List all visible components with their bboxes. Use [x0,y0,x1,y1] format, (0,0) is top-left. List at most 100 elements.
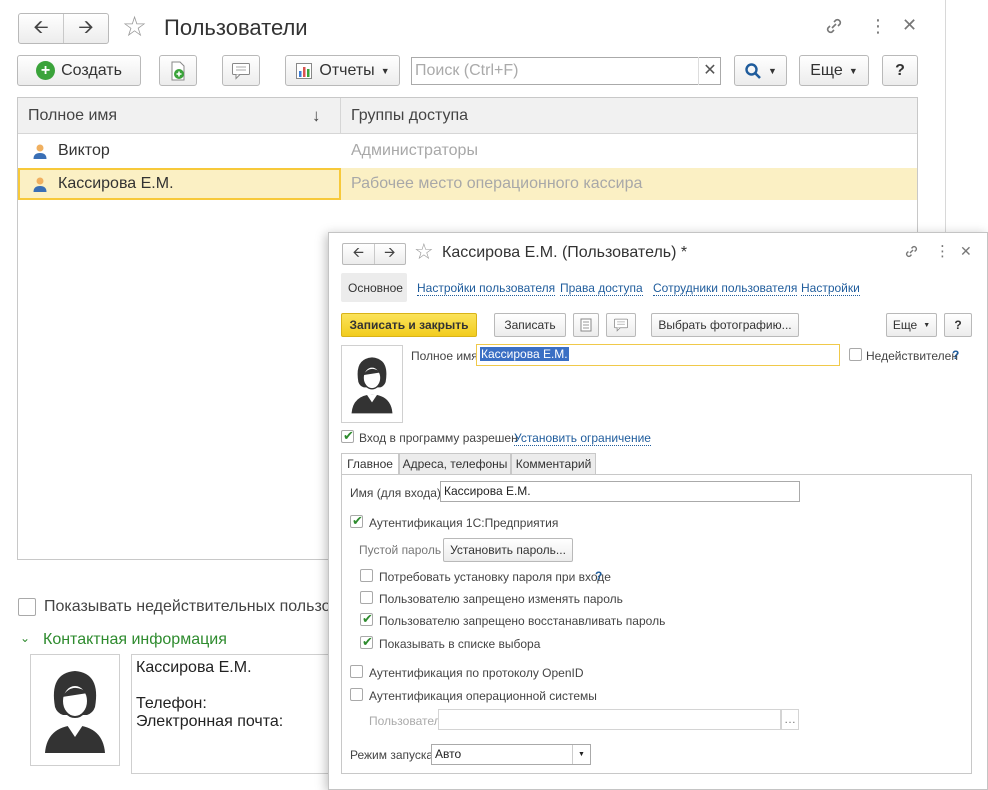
tab-user-employees[interactable]: Сотрудники пользователя [653,281,798,296]
search-button[interactable]: ▼ [734,55,787,86]
contact-photo [30,654,120,766]
table-header: Полное имя ↓ Группы доступа [18,98,917,134]
tab-settings[interactable]: Настройки [801,281,860,296]
dialog-nav-buttons: 🡨 🡪 [342,243,406,265]
chevron-down-icon[interactable]: ⌄ [20,631,30,645]
login-allowed-label: Вход в программу разрешен [359,431,518,445]
dropdown-arrow-icon[interactable]: ▼ [572,745,590,764]
os-user-select-button: … [781,709,799,730]
help-question-icon[interactable]: ? [595,569,602,583]
column-header-full-name[interactable]: Полное имя [18,98,341,134]
create-document-button[interactable] [159,55,197,86]
table-row[interactable]: Виктор Администраторы [18,135,917,167]
save-button[interactable]: Записать [494,313,566,337]
login-name-label: Имя (для входа): [350,486,445,500]
user-form-dialog: 🡨 🡪 ☆ Кассирова Е.М. (Пользователь) * ⋮ … [328,232,988,790]
run-mode-label: Режим запуска: [350,748,437,762]
close-icon[interactable]: ✕ [960,243,972,260]
os-user-field [438,709,781,730]
openid-checkbox[interactable] [350,665,363,678]
forbid-restore-password-checkbox[interactable]: ✔ [360,611,373,626]
avatar-woman-icon [45,671,105,753]
forward-arrow-icon[interactable]: 🡪 [375,244,406,264]
tab-main-label: Основное [348,281,403,295]
cell-access-groups: Администраторы [351,142,478,159]
inactive-checkbox[interactable] [849,348,862,361]
checkmark-icon: ✔ [352,513,363,528]
forward-arrow-icon[interactable]: 🡪 [64,14,108,43]
favorite-star-icon[interactable]: ☆ [122,10,147,43]
openid-label: Аутентификация по протоколу OpenID [369,666,584,680]
inner-tab-main[interactable]: Главное [341,453,399,475]
dropdown-arrow-icon: ▼ [380,65,390,76]
tab-main-active[interactable]: Основное [341,273,407,302]
comment-button[interactable] [606,313,636,337]
close-icon[interactable]: ✕ [902,15,917,36]
dialog-more-label: Еще [892,318,918,332]
reports-button-label: Отчеты [319,61,375,79]
back-arrow-icon[interactable]: 🡨 [343,244,375,264]
link-icon[interactable] [903,243,920,265]
list-doc-icon [580,318,592,332]
tab-user-settings[interactable]: Настройки пользователя [417,281,556,296]
auth-1c-checkbox[interactable]: ✔ [350,513,363,528]
login-allowed-checkbox[interactable]: ✔ [341,428,354,443]
choose-photo-button[interactable]: Выбрать фотографию... [651,313,799,337]
sort-arrow-icon[interactable]: ↓ [312,98,321,134]
reports-button[interactable]: Отчеты ▼ [285,55,400,86]
dropdown-arrow-icon: ▼ [848,65,858,76]
document-add-icon [171,61,185,80]
full-name-value: Кассирова Е.М. [480,347,569,361]
create-button[interactable]: + Создать [17,55,141,86]
cell-full-name: Виктор [58,142,110,159]
show-inactive-checkbox[interactable] [18,598,36,616]
dropdown-arrow-icon: ▼ [923,321,931,329]
auth-1c-label: Аутентификация 1С:Предприятия [369,516,559,530]
search-input[interactable]: Поиск (Ctrl+F) [411,57,721,85]
show-in-list-checkbox[interactable]: ✔ [360,634,373,649]
full-name-label: Полное имя: [411,349,482,363]
full-name-field[interactable]: Кассирова Е.М. [476,344,840,366]
contact-info-box: Кассирова Е.М. Телефон: Электронная почт… [131,654,331,774]
contact-phone-label: Телефон: [136,695,207,712]
help-question-icon[interactable]: ? [952,348,959,362]
table-row-selected[interactable]: Кассирова Е.М. Рабочее место операционно… [18,168,917,200]
forbid-change-password-checkbox[interactable] [360,591,373,604]
tab-access-rights[interactable]: Права доступа [560,281,643,296]
structure-button[interactable] [573,313,599,337]
favorite-star-icon[interactable]: ☆ [414,239,434,265]
column-header-access-groups[interactable]: Группы доступа [341,98,468,134]
window-title: Пользователи [164,15,308,40]
contact-info-section-title[interactable]: Контактная информация [43,631,227,649]
inner-tab-comment[interactable]: Комментарий [511,453,596,475]
save-and-close-button[interactable]: Записать и закрыть [341,313,477,337]
link-icon[interactable] [823,15,845,43]
show-in-list-label: Показывать в списке выбора [379,637,541,651]
dialog-more-button[interactable]: Еще ▼ [886,313,937,337]
run-mode-select[interactable]: Авто ▼ [431,744,591,765]
cell-access-groups: Рабочее место операционного кассира [351,175,643,192]
set-restriction-link[interactable]: Установить ограничение [514,431,651,446]
require-password-checkbox[interactable] [360,569,373,582]
more-vert-icon[interactable]: ⋮ [869,16,887,37]
dialog-help-button[interactable]: ? [944,313,972,337]
back-arrow-icon[interactable]: 🡨 [19,14,64,43]
comment-icon [614,318,628,332]
more-vert-icon[interactable]: ⋮ [935,242,950,260]
more-button[interactable]: Еще ▼ [799,55,869,86]
login-name-field[interactable]: Кассирова Е.М. [440,481,800,502]
contact-email-label: Электронная почта: [136,713,284,730]
os-auth-checkbox[interactable] [350,688,363,701]
checkmark-icon: ✔ [362,634,373,649]
user-photo[interactable] [341,345,403,423]
run-mode-value: Авто [435,747,462,761]
clear-search-icon[interactable]: ✕ [698,57,721,85]
inactive-label: Недействителен [866,349,958,363]
help-button[interactable]: ? [882,55,918,86]
empty-password-label: Пустой пароль [359,543,442,557]
comment-icon [232,62,250,80]
inner-tab-addresses[interactable]: Адреса, телефоны [399,453,511,475]
comment-button[interactable] [222,55,260,86]
set-password-button[interactable]: Установить пароль... [443,538,573,562]
cell-full-name: Кассирова Е.М. [58,175,174,192]
